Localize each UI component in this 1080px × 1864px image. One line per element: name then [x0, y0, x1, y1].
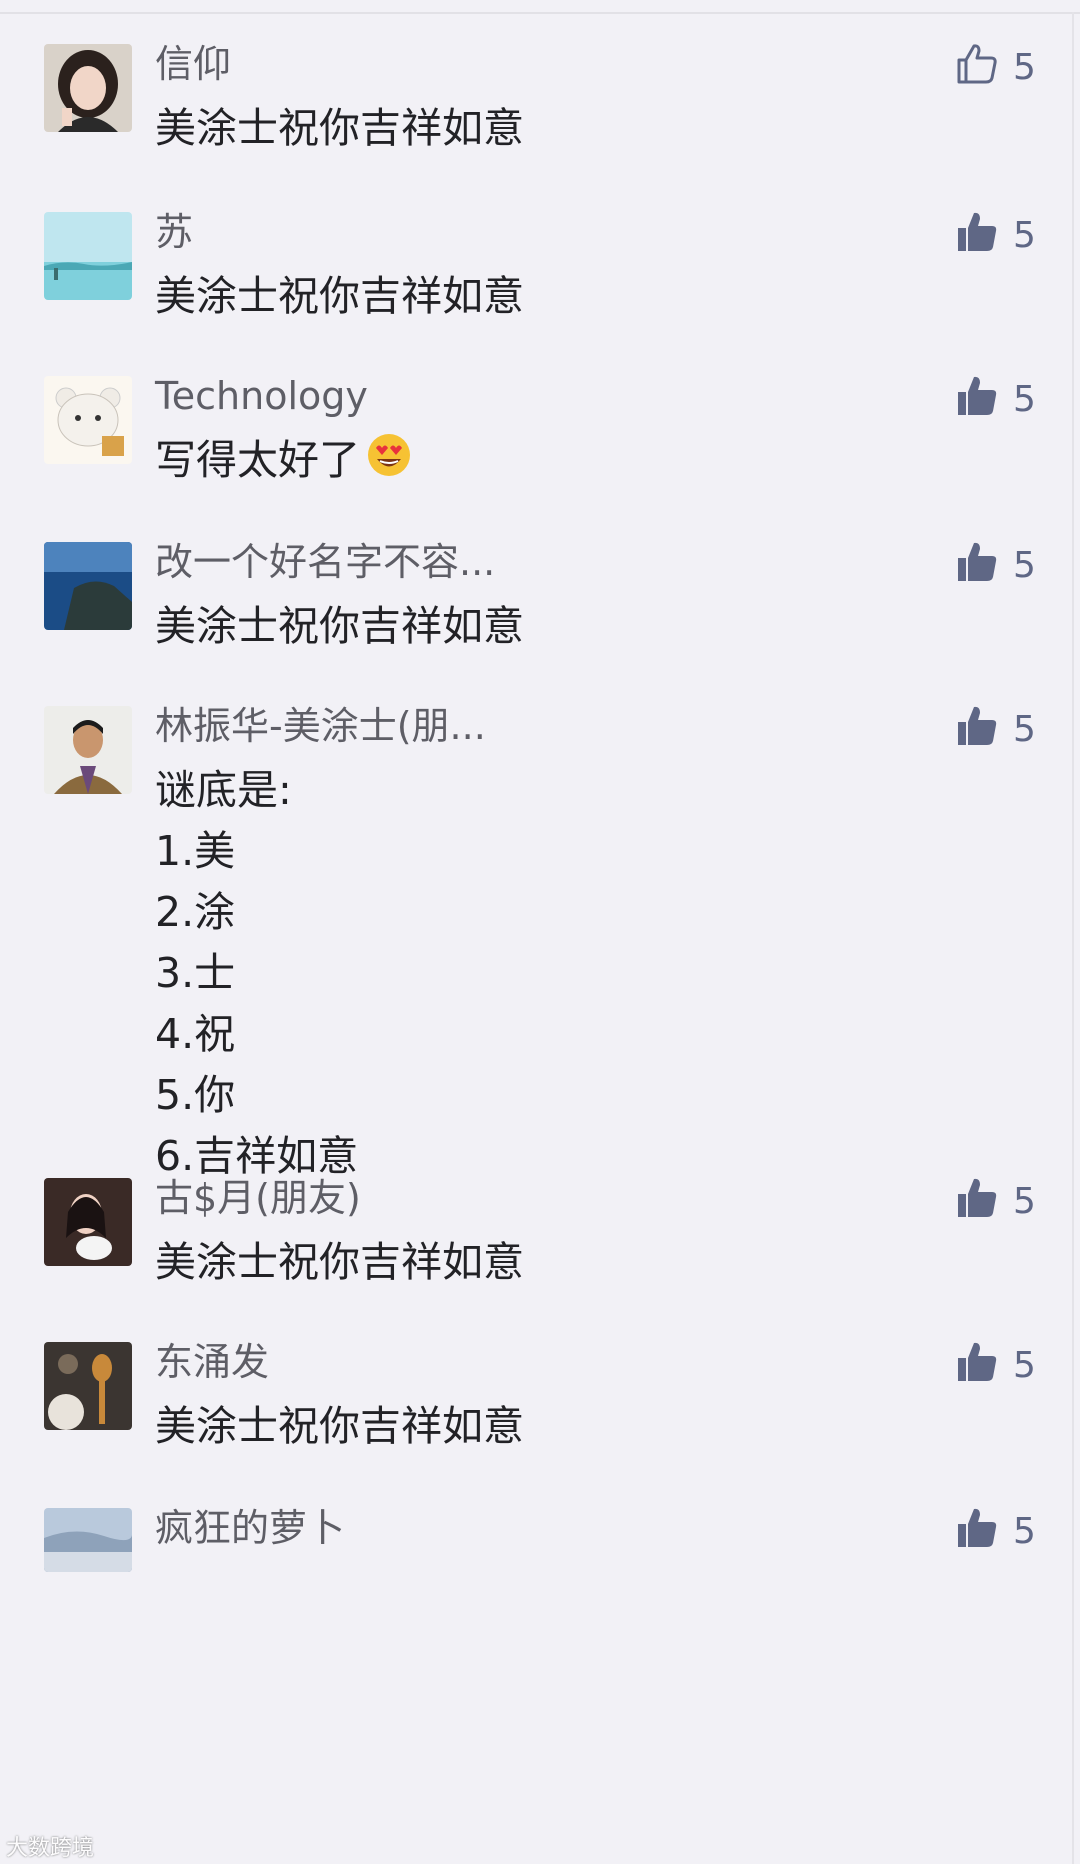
like-button[interactable]: 5: [955, 1172, 1065, 1232]
comment-author[interactable]: 改一个好名字不容...: [155, 536, 495, 588]
like-button[interactable]: 5: [955, 700, 1065, 760]
comment-author[interactable]: 古$月(朋友): [155, 1172, 361, 1224]
heart-eyes-emoji: [366, 432, 412, 495]
avatar-coast-rock[interactable]: [44, 542, 132, 630]
like-count: 5: [1013, 1181, 1036, 1222]
avatar-sea-landscape[interactable]: [44, 212, 132, 300]
comment-text-line: 3.士: [155, 949, 236, 997]
thumbs-up-icon: [958, 376, 997, 415]
comment-text-line: 美涂士祝你吉祥如意: [155, 272, 524, 320]
comment-text-line: 美涂士祝你吉祥如意: [155, 104, 524, 152]
avatar-cartoon-bear[interactable]: [44, 376, 132, 464]
comment-text-line: 写得太好了: [155, 436, 360, 484]
like-count: 5: [1013, 1345, 1036, 1386]
like-count: 5: [1013, 709, 1036, 750]
comment-author[interactable]: 信仰: [155, 38, 231, 90]
thumbs-up-icon: [958, 1342, 997, 1381]
watermark: 大数跨境: [6, 1836, 95, 1861]
comment-text: 美涂士祝你吉祥如意: [155, 98, 524, 159]
thumbs-up-icon: [958, 1508, 997, 1547]
comment-author[interactable]: 东涌发: [155, 1336, 269, 1388]
comment-text-line: 美涂士祝你吉祥如意: [155, 1238, 524, 1286]
like-count: 5: [1013, 379, 1036, 420]
like-button[interactable]: 5: [955, 38, 1065, 98]
like-button[interactable]: 5: [955, 536, 1065, 596]
like-count: 5: [1013, 1511, 1036, 1552]
avatar-woman-with-pet[interactable]: [44, 1178, 132, 1266]
top-divider: [0, 12, 1080, 14]
like-button[interactable]: 5: [955, 1336, 1065, 1396]
right-divider: [1072, 12, 1074, 1864]
thumbs-up-icon: [958, 212, 997, 251]
like-button[interactable]: 5: [955, 206, 1065, 266]
comment-text-line: 美涂士祝你吉祥如意: [155, 602, 524, 650]
comment-text: 美涂士祝你吉祥如意: [155, 1396, 524, 1457]
like-button[interactable]: 5: [955, 1502, 1065, 1562]
thumbs-up-icon: [958, 1178, 997, 1217]
comment-author[interactable]: 疯狂的萝卜: [155, 1502, 345, 1554]
comment-author[interactable]: 林振华-美涂士(朋...: [155, 700, 486, 752]
thumbs-up-icon: [957, 44, 997, 84]
comment-text: 写得太好了: [155, 430, 412, 495]
comment-author[interactable]: Technology: [155, 370, 368, 422]
comment-text-line: 2.涂: [155, 888, 236, 936]
comment-text-line: 4.祝: [155, 1010, 236, 1058]
comment-text-line: 5.你: [155, 1071, 236, 1119]
thumbs-up-icon: [958, 542, 997, 581]
avatar-woman-portrait[interactable]: [44, 44, 132, 132]
comment-text: 美涂士祝你吉祥如意: [155, 596, 524, 657]
comment-text-line: 美涂士祝你吉祥如意: [155, 1402, 524, 1450]
avatar-food-dishes[interactable]: [44, 1342, 132, 1430]
like-button[interactable]: 5: [955, 370, 1065, 430]
like-count: 5: [1013, 545, 1036, 586]
comment-text: 美涂士祝你吉祥如意: [155, 266, 524, 327]
comment-text: 谜底是: 1.美 2.涂 3.士 4.祝 5.你 6.吉祥如意: [155, 760, 358, 1187]
comment-author[interactable]: 苏: [155, 206, 193, 258]
thumbs-up-icon: [958, 706, 997, 745]
comment-text-line: 1.美: [155, 827, 236, 875]
avatar-man-portrait[interactable]: [44, 706, 132, 794]
comment-text: 美涂士祝你吉祥如意: [155, 1232, 524, 1293]
comment-text-line: 谜底是:: [155, 766, 292, 814]
avatar-sky-landscape[interactable]: [44, 1508, 132, 1572]
like-count: 5: [1013, 47, 1036, 88]
like-count: 5: [1013, 215, 1036, 256]
